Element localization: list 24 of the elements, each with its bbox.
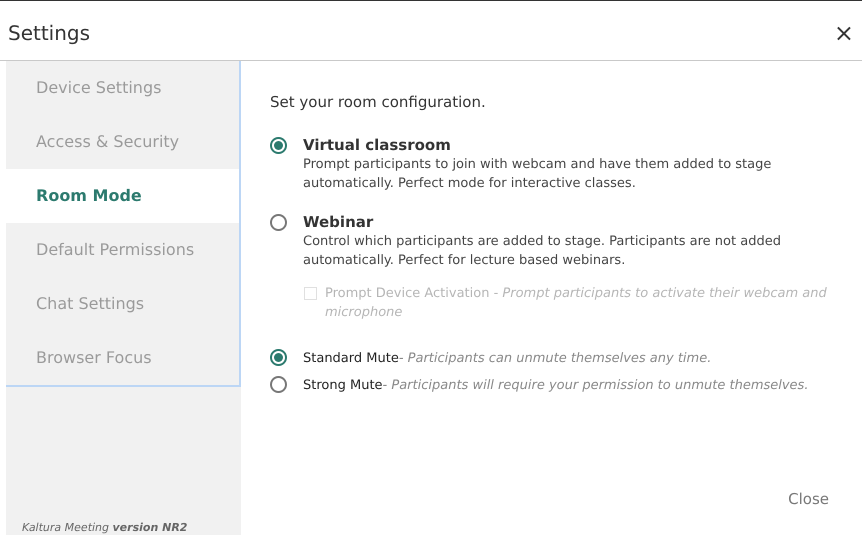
option-description: - Participants can unmute themselves any time. — [398, 350, 712, 366]
sidebar-item[interactable]: Browser Focus — [6, 331, 239, 385]
radio-button[interactable] — [270, 214, 287, 231]
option-description: - Participants will require your permission to unmute themselves. — [382, 378, 808, 394]
close-button[interactable]: Close — [782, 486, 835, 511]
intro-text: Set your room configuration. — [270, 92, 487, 113]
option-description: Control which participants are added to stage. Participants are not added automatically. Perfect for lecture based webinars. — [303, 233, 782, 270]
option-title: Virtual classroom — [303, 134, 452, 156]
option-description: Prompt participants to join with webcam and have them added to stage automatically. Perfect mode for interactive classes. — [303, 156, 772, 193]
version-text: Kaltura Meeting version NR2 — [21, 520, 188, 534]
window-title: Settings — [8, 20, 90, 46]
option-label: Standard Mute — [303, 350, 399, 366]
option-label: Strong Mute — [303, 378, 383, 394]
checkbox-label: Prompt Device Activation - Prompt participants to activate their webcam and microphone — [325, 284, 828, 322]
sidebar-item[interactable]: Access & Security — [6, 115, 239, 169]
sidebar-item[interactable]: Default Permissions — [6, 223, 239, 277]
option-title: Webinar — [303, 212, 374, 233]
radio-button[interactable] — [270, 376, 287, 394]
radio-button[interactable] — [270, 136, 287, 154]
sidebar-item[interactable]: Device Settings — [6, 61, 239, 115]
sidebar-item[interactable]: Chat Settings — [6, 277, 239, 331]
sidebar-item[interactable]: Room Mode — [6, 169, 239, 223]
radio-button[interactable] — [270, 348, 287, 366]
close-button[interactable]: × — [832, 20, 856, 44]
